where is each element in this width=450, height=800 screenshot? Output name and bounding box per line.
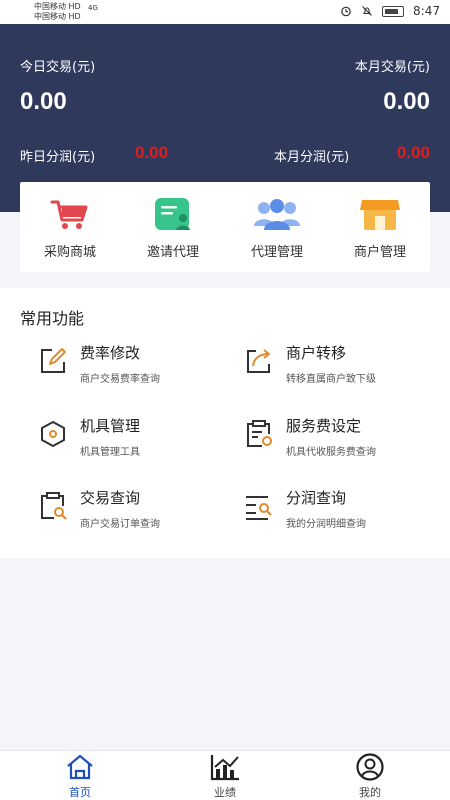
user-icon — [356, 753, 384, 781]
cart-icon — [50, 200, 88, 229]
carrier-label-2: 中国移动 HD — [34, 12, 81, 21]
list-search-icon — [246, 496, 272, 520]
tab-home[interactable]: 首页 — [50, 753, 110, 800]
section-title: 常用功能 — [20, 309, 85, 328]
function-trade-query[interactable]: 交易查询 商户交易订单查询 — [38, 487, 238, 537]
today-trade-label: 今日交易(元) — [20, 60, 96, 75]
function-device-management[interactable]: 机具管理 机具管理工具 — [38, 415, 238, 465]
group-icon — [254, 199, 300, 230]
yesterday-share-label: 昨日分润(元) — [20, 150, 96, 165]
alarm-icon — [341, 6, 351, 17]
invite-card-icon — [155, 198, 190, 230]
home-icon — [67, 754, 93, 780]
function-title: 服务费设定 — [286, 417, 362, 435]
carrier-label-1: 中国移动 HD — [34, 2, 81, 11]
tab-label: 首页 — [69, 786, 91, 799]
chart-icon — [210, 755, 239, 781]
function-service-fee-setting[interactable]: 服务费设定 机具代收服务费查询 — [244, 415, 444, 465]
battery-icon — [382, 5, 405, 17]
fee-clipboard-icon — [247, 420, 272, 447]
edit-icon — [41, 348, 66, 373]
function-title: 机具管理 — [80, 417, 141, 435]
common-functions-section: 常用功能 费率修改 商户交易费率查询 商户转移 转移直属商户致下级 机具管理 机… — [0, 288, 450, 558]
search-clipboard-icon — [41, 492, 67, 520]
month-share-value: 0.00 — [396, 143, 430, 162]
function-desc: 机具代收服务费查询 — [286, 447, 376, 458]
function-desc: 商户交易订单查询 — [80, 519, 160, 530]
month-trade-value: 0.00 — [383, 88, 430, 115]
function-merchant-transfer[interactable]: 商户转移 转移直属商户致下级 — [244, 342, 444, 392]
tab-mine[interactable]: 我的 — [340, 753, 400, 800]
function-title: 商户转移 — [286, 344, 347, 362]
tab-label: 业绩 — [214, 786, 236, 799]
function-share-query[interactable]: 分润查询 我的分润明细查询 — [244, 487, 444, 537]
month-trade-label: 本月交易(元) — [354, 60, 430, 75]
quick-action-label: 代理管理 — [250, 245, 303, 260]
function-rate-modify[interactable]: 费率修改 商户交易费率查询 — [38, 342, 238, 392]
bottom-tab-bar: 首页 业绩 我的 — [0, 750, 450, 800]
quick-action-label: 商户管理 — [353, 245, 406, 260]
function-desc: 商户交易费率查询 — [80, 374, 160, 385]
yesterday-share-value: 0.00 — [135, 143, 169, 162]
transfer-icon — [247, 349, 270, 373]
quick-actions-card: 采购商城 邀请代理 代理管理 商户管理 — [20, 182, 430, 272]
tab-label: 我的 — [359, 786, 381, 799]
status-icons: 8:47 — [340, 4, 440, 18]
shop-icon — [360, 200, 400, 230]
quick-action-label: 采购商城 — [43, 245, 96, 260]
tab-performance[interactable]: 业绩 — [195, 753, 255, 800]
function-desc: 我的分润明细查询 — [286, 519, 366, 530]
month-share-label: 本月分润(元) — [274, 150, 350, 165]
function-desc: 机具管理工具 — [80, 447, 140, 458]
today-trade-value: 0.00 — [20, 88, 67, 115]
quick-action-purchase-mall[interactable]: 采购商城 — [25, 196, 115, 260]
quick-action-merchant-management[interactable]: 商户管理 — [335, 196, 425, 260]
quick-action-agent-management[interactable]: 代理管理 — [232, 196, 322, 260]
function-desc: 转移直属商户致下级 — [286, 374, 376, 385]
function-title: 费率修改 — [80, 344, 141, 362]
quick-action-invite-agent[interactable]: 邀请代理 — [128, 196, 218, 260]
function-title: 交易查询 — [80, 489, 141, 507]
network-label: 4G — [88, 4, 98, 12]
status-bar: 中国移动 HD 中国移动 HD 4G 8:47 — [0, 0, 450, 24]
mute-icon — [362, 6, 372, 16]
quick-action-label: 邀请代理 — [146, 245, 199, 260]
function-title: 分润查询 — [286, 489, 347, 507]
clock-time: 8:47 — [413, 4, 440, 18]
device-icon — [41, 421, 65, 447]
